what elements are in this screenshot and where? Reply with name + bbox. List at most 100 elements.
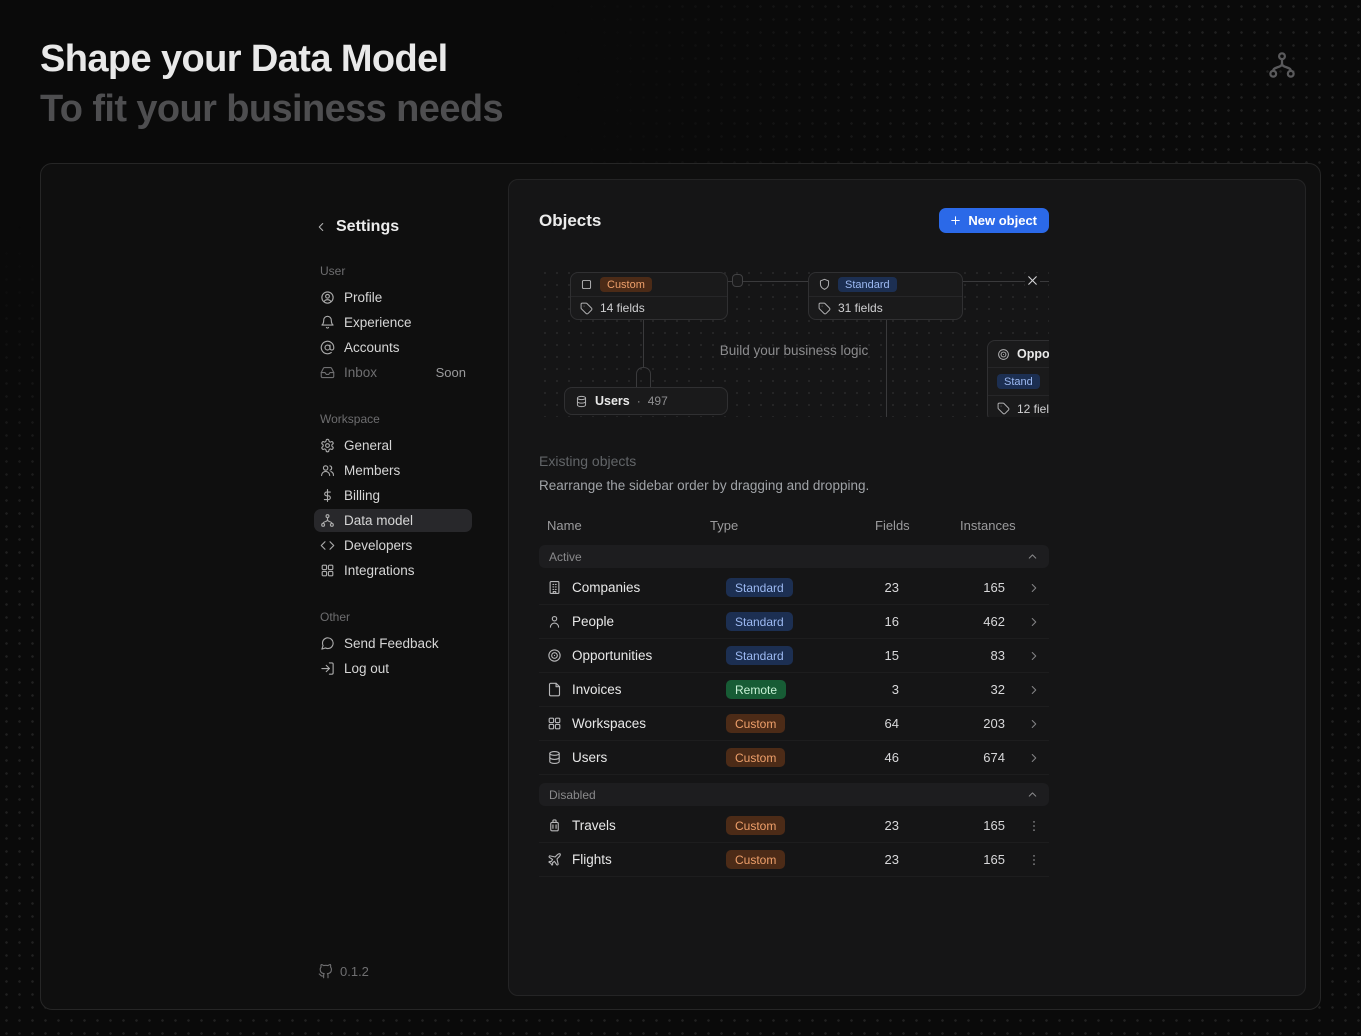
table-row-travels[interactable]: TravelsCustom23165 (539, 809, 1049, 843)
object-shape-icon (580, 278, 593, 291)
table-row-invoices[interactable]: InvoicesRemote332 (539, 673, 1049, 707)
table-row-workspaces[interactable]: WorkspacesCustom64203 (539, 707, 1049, 741)
group-header-active[interactable]: Active (539, 545, 1049, 568)
sidebar-item-label: Members (344, 463, 400, 478)
canvas-node-users[interactable]: Users · 497 (564, 387, 728, 415)
object-name: Opportunities (572, 648, 652, 663)
row-open-button[interactable] (1013, 649, 1049, 663)
tag-icon (818, 302, 831, 315)
row-open-button[interactable] (1013, 751, 1049, 765)
edge-connector[interactable] (732, 274, 743, 287)
instances-count: 674 (907, 750, 1013, 765)
users-node-count: 497 (648, 394, 668, 408)
sidebar-item-members[interactable]: Members (314, 459, 472, 482)
sidebar-item-experience[interactable]: Experience (314, 311, 472, 334)
group-label: Active (549, 550, 582, 564)
canvas-node-standard[interactable]: Standard 31 fields (808, 272, 963, 320)
data-model-canvas[interactable]: Custom 14 fields Standard 31 fi (539, 267, 1049, 417)
canvas-edge (643, 319, 644, 367)
canvas-edge (886, 319, 887, 417)
row-menu-button[interactable] (1013, 853, 1049, 867)
instances-count: 462 (907, 614, 1013, 629)
fields-count: 23 (875, 818, 907, 833)
settings-back-button[interactable]: Settings (314, 218, 472, 236)
sidebar-item-label: Developers (344, 538, 412, 553)
object-name: People (572, 614, 614, 629)
existing-objects-subtitle: Rearrange the sidebar order by dragging … (539, 478, 1049, 493)
grid-icon (547, 716, 562, 731)
row-open-button[interactable] (1013, 717, 1049, 731)
table-row-people[interactable]: PeopleStandard16462 (539, 605, 1049, 639)
sidebar-item-send-feedback[interactable]: Send Feedback (314, 632, 472, 655)
canvas-caption: Build your business logic (720, 343, 869, 358)
sidebar-item-profile[interactable]: Profile (314, 286, 472, 309)
plane-icon (547, 852, 562, 867)
sidebar-section-workspace: Workspace General Members BillingData model… (314, 412, 472, 582)
table-row-users[interactable]: UsersCustom46674 (539, 741, 1049, 775)
object-name: Invoices (572, 682, 622, 697)
row-open-button[interactable] (1013, 581, 1049, 595)
table-row-opportunities[interactable]: OpportunitiesStandard1583 (539, 639, 1049, 673)
luggage-icon (547, 818, 562, 833)
chevron-right-icon (1027, 683, 1041, 697)
instances-count: 32 (907, 682, 1013, 697)
canvas-node-opportunities[interactable]: Opportu Stand 12 fiel (987, 340, 1049, 417)
tag-icon (997, 402, 1010, 415)
type-badge: Custom (726, 850, 785, 869)
sidebar-item-integrations[interactable]: Integrations (314, 559, 472, 582)
type-badge: Standard (726, 646, 793, 665)
custom-type-badge: Custom (600, 277, 652, 292)
users-node-separator: · (637, 394, 641, 408)
sidebar-item-label: Log out (344, 661, 389, 676)
close-icon[interactable] (1025, 273, 1040, 288)
row-open-button[interactable] (1013, 683, 1049, 697)
canvas-edge (643, 367, 651, 387)
app-version: 0.1.2 (318, 964, 369, 979)
sidebar-item-general[interactable]: General (314, 434, 472, 457)
column-instances: Instances (918, 518, 1024, 533)
sidebar-item-data-model[interactable]: Data model (314, 509, 472, 532)
group-header-disabled[interactable]: Disabled (539, 783, 1049, 806)
canvas-node-custom[interactable]: Custom 14 fields (570, 272, 728, 320)
sidebar-section-label: Other (320, 610, 472, 624)
sidebar-section-label: Workspace (320, 412, 472, 426)
sidebar-section-other: Other Send Feedback Log out (314, 610, 472, 680)
object-name: Travels (572, 818, 616, 833)
target-icon (997, 348, 1010, 361)
object-name: Workspaces (572, 716, 646, 731)
sidebar-item-label: Integrations (344, 563, 415, 578)
new-object-button[interactable]: New object (939, 208, 1049, 233)
table-row-companies[interactable]: CompaniesStandard23165 (539, 571, 1049, 605)
logout-icon (320, 661, 335, 676)
dots-vertical-icon (1027, 819, 1041, 833)
row-menu-button[interactable] (1013, 819, 1049, 833)
users-node-label: Users (595, 394, 630, 408)
instances-count: 165 (907, 580, 1013, 595)
sidebar-item-accounts[interactable]: Accounts (314, 336, 472, 359)
fields-count: 23 (875, 580, 907, 595)
chevron-up-icon (1026, 788, 1039, 801)
person-icon (547, 614, 562, 629)
github-icon (318, 964, 333, 979)
row-open-button[interactable] (1013, 615, 1049, 629)
table-row-flights[interactable]: FlightsCustom23165 (539, 843, 1049, 877)
objects-title: Objects (539, 211, 601, 231)
type-badge: Custom (726, 816, 785, 835)
fields-count: 23 (875, 852, 907, 867)
sidebar-item-billing[interactable]: Billing (314, 484, 472, 507)
type-badge: Custom (726, 714, 785, 733)
sidebar-item-log-out[interactable]: Log out (314, 657, 472, 680)
sidebar-item-label: Experience (344, 315, 412, 330)
sidebar-item-label: General (344, 438, 392, 453)
page-header: Shape your Data Model To fit your busine… (40, 38, 1321, 131)
column-fields: Fields (875, 518, 918, 533)
sidebar-item-inbox[interactable]: InboxSoon (314, 361, 472, 384)
sidebar-item-developers[interactable]: Developers (314, 534, 472, 557)
inbox-icon (320, 365, 335, 380)
at-sign-icon (320, 340, 335, 355)
page-title: Shape your Data Model (40, 38, 1321, 81)
type-badge: Remote (726, 680, 786, 699)
data-model-icon (320, 513, 335, 528)
sidebar-item-label: Inbox (344, 365, 377, 380)
type-badge: Standard (726, 578, 793, 597)
